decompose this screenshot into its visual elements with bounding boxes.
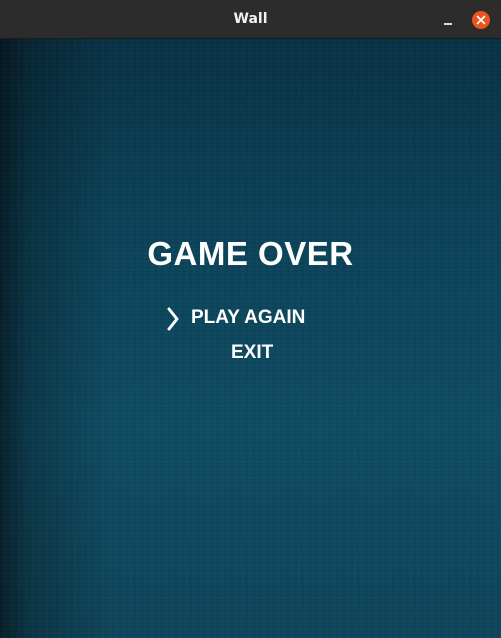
window-title: Wall bbox=[233, 11, 268, 27]
game-screen: GAME OVER PLAY AGAIN EXIT bbox=[0, 39, 501, 638]
game-over-title: GAME OVER bbox=[147, 235, 354, 272]
chevron-right-icon bbox=[167, 307, 179, 331]
close-button[interactable] bbox=[472, 11, 490, 29]
exit-button[interactable]: EXIT bbox=[231, 342, 273, 364]
close-icon bbox=[476, 15, 486, 25]
minimize-button[interactable] bbox=[439, 11, 457, 29]
play-again-button[interactable]: PLAY AGAIN bbox=[191, 307, 305, 329]
title-bar[interactable]: Wall bbox=[0, 0, 501, 39]
app-window: Wall GAME OVER PLAY AGAIN EXIT bbox=[0, 0, 501, 638]
